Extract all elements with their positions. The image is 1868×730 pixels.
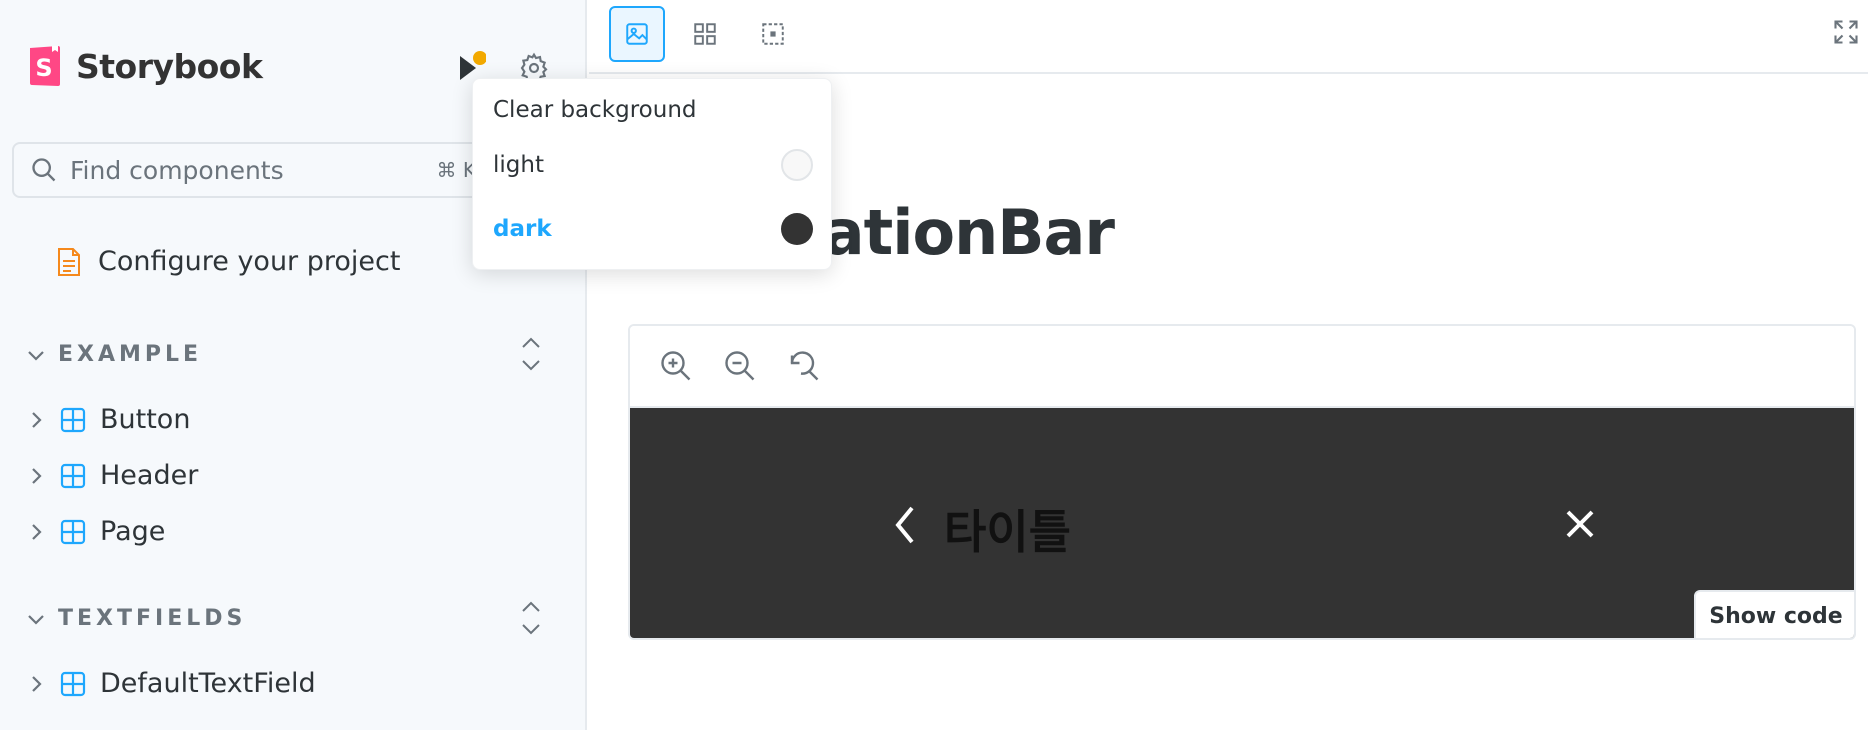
expand-collapse-icon — [522, 601, 540, 635]
sidebar-item-header[interactable]: Header — [26, 460, 198, 491]
back-arrow-icon[interactable] — [892, 504, 918, 546]
expand-icon — [1834, 20, 1858, 44]
sidebar-item-label: Header — [100, 460, 199, 491]
grid-tool-button[interactable] — [677, 6, 733, 62]
close-icon[interactable] — [1564, 508, 1596, 540]
sidebar-item-page[interactable]: Page — [26, 516, 165, 547]
zoom-out-icon[interactable] — [722, 348, 758, 384]
chevron-right-icon — [32, 467, 42, 484]
sidebar-item-label: Button — [100, 404, 191, 435]
sidebar-item-configure[interactable]: Configure your project — [56, 246, 400, 277]
expand-collapse-toggle[interactable] — [520, 336, 542, 376]
expand-collapse-toggle[interactable] — [520, 600, 542, 640]
chevron-down-icon — [28, 614, 44, 625]
search-box[interactable]: Find components ⌘ K — [12, 142, 492, 198]
menu-item-label: Clear background — [493, 97, 697, 123]
menu-item-label: dark — [493, 216, 552, 242]
light-swatch — [781, 149, 813, 181]
background-tool-button[interactable] — [609, 6, 665, 62]
zoom-in-icon[interactable] — [658, 348, 694, 384]
image-icon — [626, 23, 648, 45]
component-icon — [60, 671, 86, 696]
sidebar-item-label: Configure your project — [98, 246, 401, 277]
group-label: TEXTFIELDS — [58, 606, 247, 631]
show-code-button[interactable]: Show code — [1694, 590, 1854, 638]
group-header-example[interactable]: EXAMPLE — [26, 337, 556, 371]
outline-icon — [762, 23, 784, 45]
expand-collapse-icon — [522, 337, 540, 371]
outline-tool-button[interactable] — [745, 6, 801, 62]
menu-item-label: light — [493, 152, 544, 178]
sidebar-item-button[interactable]: Button — [26, 404, 190, 435]
menu-item-dark[interactable]: dark — [493, 211, 813, 247]
toolbar — [589, 0, 1868, 74]
storybook-brand[interactable]: S Storybook — [28, 44, 263, 88]
sidebar-item-defaulttextfield[interactable]: DefaultTextField — [26, 668, 316, 699]
menu-item-light[interactable]: light — [493, 147, 813, 183]
chevron-right-icon — [32, 523, 42, 540]
component-icon — [60, 463, 86, 488]
reset-zoom-icon[interactable] — [786, 348, 822, 384]
chevron-down-icon — [28, 350, 44, 361]
story-canvas: 타이틀 Show code — [628, 324, 1856, 640]
menu-item-clear-background[interactable]: Clear background — [493, 97, 813, 123]
search-icon — [32, 158, 56, 182]
fullscreen-button[interactable] — [1832, 18, 1860, 46]
story-preview: 타이틀 Show code — [630, 408, 1854, 638]
storybook-logo-icon: S — [28, 44, 62, 88]
component-icon — [60, 407, 86, 432]
navbar-title: 타이틀 — [944, 505, 1071, 559]
chevron-right-icon — [32, 411, 42, 428]
brand-name: Storybook — [76, 46, 263, 86]
chevron-right-icon — [32, 675, 42, 692]
canvas-toolbar — [630, 326, 1854, 408]
background-menu: Clear background light dark — [472, 78, 832, 270]
grid-icon — [694, 23, 716, 45]
svg-text:S: S — [35, 54, 52, 82]
group-header-textfields[interactable]: TEXTFIELDS — [26, 601, 556, 635]
group-label: EXAMPLE — [58, 342, 203, 367]
search-shortcut: ⌘ K — [436, 158, 476, 182]
component-icon — [60, 519, 86, 544]
sidebar-item-label: DefaultTextField — [100, 668, 316, 699]
dark-swatch — [781, 213, 813, 245]
document-icon — [58, 247, 80, 276]
search-input[interactable]: Find components — [70, 156, 437, 185]
sidebar-item-label: Page — [100, 516, 166, 547]
